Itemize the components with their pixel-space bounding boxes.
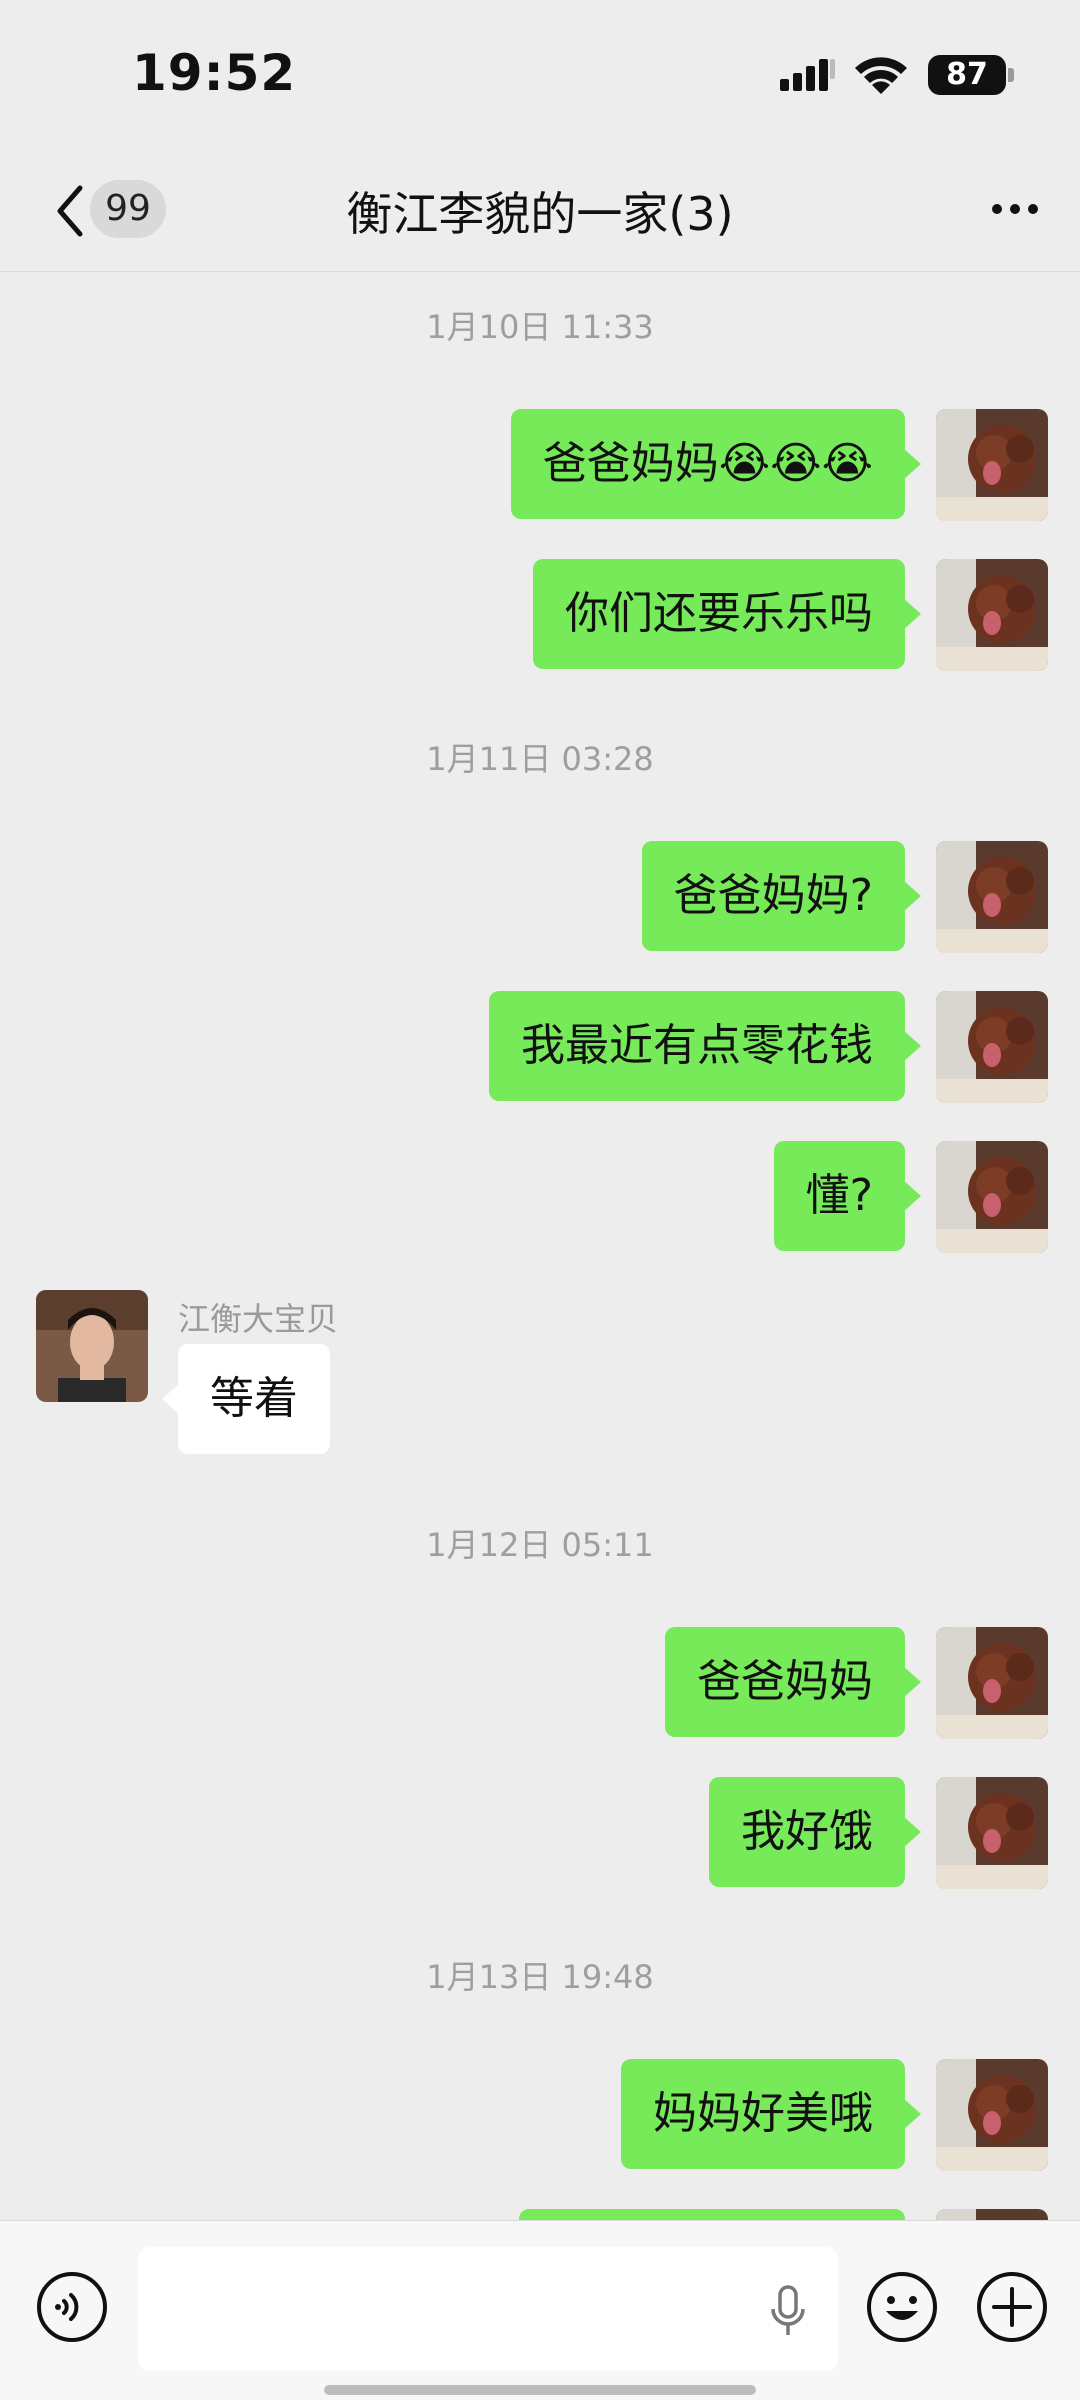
status-time: 19:52 xyxy=(132,44,297,102)
avatar-self[interactable] xyxy=(936,559,1048,671)
message-bubble-outgoing[interactable]: 我好饿 xyxy=(709,1777,921,1887)
message-input[interactable] xyxy=(138,2247,838,2371)
back-icon[interactable] xyxy=(52,182,88,240)
plus-icon[interactable] xyxy=(976,2271,1048,2343)
avatar-self[interactable] xyxy=(936,409,1048,521)
message-bubble-outgoing[interactable]: 妈妈好美哦 xyxy=(621,2059,921,2169)
message-bubble-outgoing[interactable]: 你们还要乐乐吗 xyxy=(533,559,921,669)
message-bubble-outgoing[interactable]: 爸爸妈妈😭😭😭 xyxy=(510,409,922,519)
voice-input-icon[interactable] xyxy=(36,2271,108,2343)
avatar-self[interactable] xyxy=(936,2059,1048,2171)
chat-title: 衡江李貌的一家(3) xyxy=(346,187,734,241)
message-list[interactable]: 1月10日 11:33 爸爸妈妈😭😭😭 你们还要乐乐吗 1月11日 03:28 … xyxy=(0,272,1080,2220)
avatar-member[interactable] xyxy=(36,1290,148,1402)
unread-count-badge[interactable]: 99 xyxy=(90,180,166,238)
microphone-icon[interactable] xyxy=(768,2285,808,2337)
battery-icon: 87 xyxy=(928,55,1014,95)
timestamp: 1月12日 05:11 xyxy=(426,1526,654,1564)
sender-name: 江衡大宝贝 xyxy=(178,1300,339,1338)
chat-header: 99 衡江李貌的一家(3) xyxy=(0,150,1080,272)
status-bar: 19:52 87 xyxy=(0,0,1080,150)
timestamp: 1月13日 19:48 xyxy=(426,1958,654,1996)
emoji-icon[interactable] xyxy=(866,2271,938,2343)
message-bubble-outgoing[interactable]: 爸爸妈妈 xyxy=(665,1627,921,1737)
message-bubble-outgoing[interactable]: 爸爸妈妈? xyxy=(641,841,922,951)
avatar-self[interactable] xyxy=(936,1627,1048,1739)
avatar-self[interactable] xyxy=(936,1141,1048,1253)
cellular-signal-icon xyxy=(780,59,835,91)
message-bubble-outgoing-partial[interactable] xyxy=(519,2209,905,2220)
avatar-self[interactable] xyxy=(936,1777,1048,1889)
message-bubble-outgoing[interactable]: 懂? xyxy=(773,1141,922,1251)
avatar-self[interactable] xyxy=(936,841,1048,953)
message-bubble-incoming[interactable]: 等着 xyxy=(162,1344,330,1454)
more-options-icon[interactable] xyxy=(990,202,1040,216)
battery-level: 87 xyxy=(928,55,1006,95)
timestamp: 1月10日 11:33 xyxy=(426,308,654,346)
message-bubble-outgoing[interactable]: 我最近有点零花钱 xyxy=(489,991,921,1101)
home-indicator[interactable] xyxy=(324,2385,756,2395)
avatar-self[interactable] xyxy=(936,2209,1048,2220)
input-bar xyxy=(0,2220,1080,2400)
avatar-self[interactable] xyxy=(936,991,1048,1103)
wifi-icon xyxy=(855,57,907,94)
timestamp: 1月11日 03:28 xyxy=(426,740,654,778)
